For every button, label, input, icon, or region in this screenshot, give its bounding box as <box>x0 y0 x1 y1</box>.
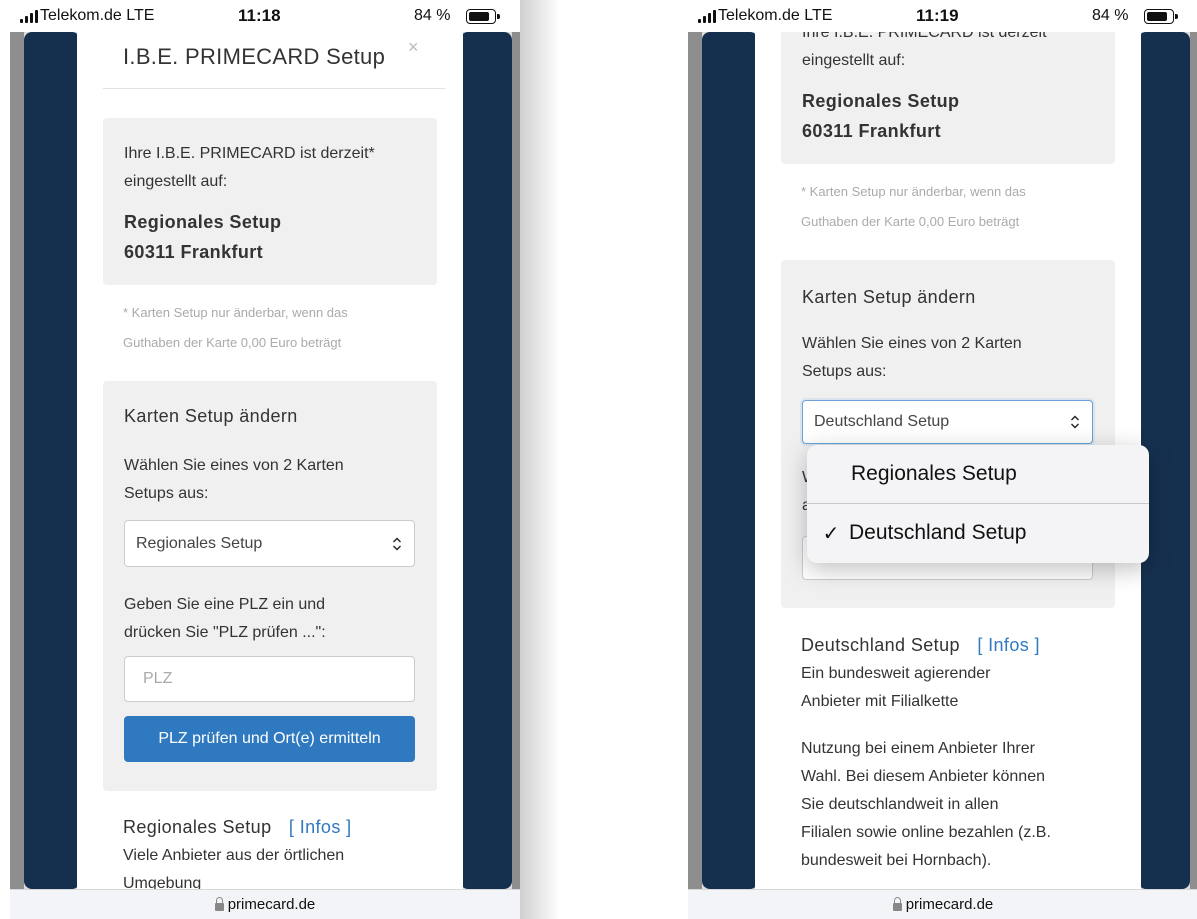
plz-input[interactable]: PLZ <box>124 656 415 702</box>
url-bar[interactable]: primecard.de <box>10 889 520 919</box>
signal-icon <box>20 9 38 23</box>
regional-heading: Regionales Setup [ Infos ] <box>123 812 352 842</box>
separator <box>520 0 688 919</box>
note-line-2: Guthaben der Karte 0,00 Euro beträgt <box>123 335 342 350</box>
current-setup-box: Ihre I.B.E. PRIMECARD ist derzeit* einge… <box>781 32 1115 164</box>
carrier-label: Telekom.de LTE <box>718 7 833 24</box>
setup-select-value: Deutschland Setup <box>814 413 950 430</box>
current-setup-name: Regionales Setup <box>124 212 282 232</box>
germany-usage-2: Wahl. Bei diesem Anbieter können <box>801 768 1045 785</box>
status-bar: Telekom.de LTE 11:18 84 % <box>10 0 520 32</box>
plz-prompt-1: Geben Sie eine PLZ ein und <box>124 596 326 613</box>
dropdown-option-germany[interactable]: ✓ Deutschland Setup <box>807 504 1149 562</box>
change-heading: Karten Setup ändern <box>124 406 298 426</box>
left-screenshot: Telekom.de LTE 11:18 84 % I.B.E. PRIMECA… <box>10 0 520 919</box>
setup-select[interactable]: Deutschland Setup <box>802 400 1093 444</box>
current-setup-location: 60311 Frankfurt <box>802 121 942 141</box>
dropdown-option-label: Deutschland Setup <box>849 521 1027 544</box>
status-bar: Telekom.de LTE 11:19 84 % <box>688 0 1197 32</box>
battery-icon <box>1144 9 1178 24</box>
germany-desc-2: Anbieter mit Filialkette <box>801 693 959 710</box>
plz-placeholder: PLZ <box>143 670 173 687</box>
lock-icon <box>892 897 902 911</box>
select-chevron-icon <box>1071 415 1079 429</box>
regional-desc-1: Viele Anbieter aus der örtlichen <box>123 847 345 864</box>
germany-usage-1: Nutzung bei einem Anbieter Ihrer <box>801 740 1035 757</box>
dropdown-option-regional[interactable]: Regionales Setup <box>807 445 1149 503</box>
modal-title: I.B.E. PRIMECARD Setup <box>123 44 386 69</box>
regional-heading-text: Regionales Setup <box>123 817 272 837</box>
current-setup-name: Regionales Setup <box>802 91 960 111</box>
current-line-1: Ihre I.B.E. PRIMECARD ist derzeit* <box>802 32 1053 41</box>
right-screenshot: Telekom.de LTE 11:19 84 % Ihre I.B.E. PR… <box>688 0 1197 919</box>
current-line-1: Ihre I.B.E. PRIMECARD ist derzeit* <box>124 145 375 162</box>
current-line-2: eingestellt auf: <box>124 173 228 190</box>
germany-usage-3: Sie deutschlandweit in allen <box>801 796 999 813</box>
current-setup-box: Ihre I.B.E. PRIMECARD ist derzeit* einge… <box>103 118 437 285</box>
change-heading: Karten Setup ändern <box>802 287 976 307</box>
clock: 11:18 <box>238 6 281 25</box>
plz-check-button[interactable]: PLZ prüfen und Ort(e) ermitteln <box>124 716 415 762</box>
germany-desc-1: Ein bundesweit agierender <box>801 665 991 682</box>
url-text: primecard.de <box>905 896 994 913</box>
setup-modal: I.B.E. PRIMECARD Setup × Ihre I.B.E. PRI… <box>77 32 463 889</box>
current-setup-location: 60311 Frankfurt <box>124 242 264 262</box>
choose-line-2: Setups aus: <box>802 363 887 380</box>
germany-usage-4: Filialen sowie online bezahlen (z.B. <box>801 824 1051 841</box>
battery-percent: 84 % <box>1092 7 1129 24</box>
url-text: primecard.de <box>227 896 316 913</box>
close-icon[interactable]: × <box>408 37 419 58</box>
setup-select-value: Regionales Setup <box>136 534 263 552</box>
germany-heading: Deutschland Setup [ Infos ] <box>801 630 1040 660</box>
dropdown-option-label: Regionales Setup <box>851 462 1017 485</box>
carrier-label: Telekom.de LTE <box>40 7 155 24</box>
note-line-1: * Karten Setup nur änderbar, wenn das <box>801 184 1026 199</box>
battery-icon <box>466 9 500 24</box>
regional-infos-link[interactable]: [ Infos ] <box>289 817 352 837</box>
note-line-2: Guthaben der Karte 0,00 Euro beträgt <box>801 214 1020 229</box>
setup-dropdown-menu: Regionales Setup ✓ Deutschland Setup <box>807 445 1149 563</box>
choose-line-1: Wählen Sie eines von 2 Karten <box>802 335 1022 352</box>
choose-line-2: Setups aus: <box>124 485 209 502</box>
change-setup-box: Karten Setup ändern Wählen Sie eines von… <box>103 381 437 791</box>
clock: 11:19 <box>916 6 959 25</box>
germany-infos-link[interactable]: [ Infos ] <box>977 635 1040 655</box>
germany-usage-5: bundesweit bei Hornbach). <box>801 852 992 869</box>
checkmark-icon: ✓ <box>822 522 840 545</box>
setup-select[interactable]: Regionales Setup <box>124 520 415 567</box>
signal-icon <box>698 9 716 23</box>
germany-heading-text: Deutschland Setup <box>801 635 960 655</box>
divider <box>103 88 445 89</box>
plz-prompt-2: drücken Sie "PLZ prüfen ...": <box>124 624 326 641</box>
select-chevron-icon <box>393 537 401 550</box>
url-bar[interactable]: primecard.de <box>688 889 1197 919</box>
lock-icon <box>214 897 224 911</box>
regional-desc-2: Umgebung <box>123 875 202 889</box>
current-line-2: eingestellt auf: <box>802 52 906 69</box>
note-line-1: * Karten Setup nur änderbar, wenn das <box>123 305 348 320</box>
choose-line-1: Wählen Sie eines von 2 Karten <box>124 457 344 474</box>
battery-percent: 84 % <box>414 7 451 24</box>
